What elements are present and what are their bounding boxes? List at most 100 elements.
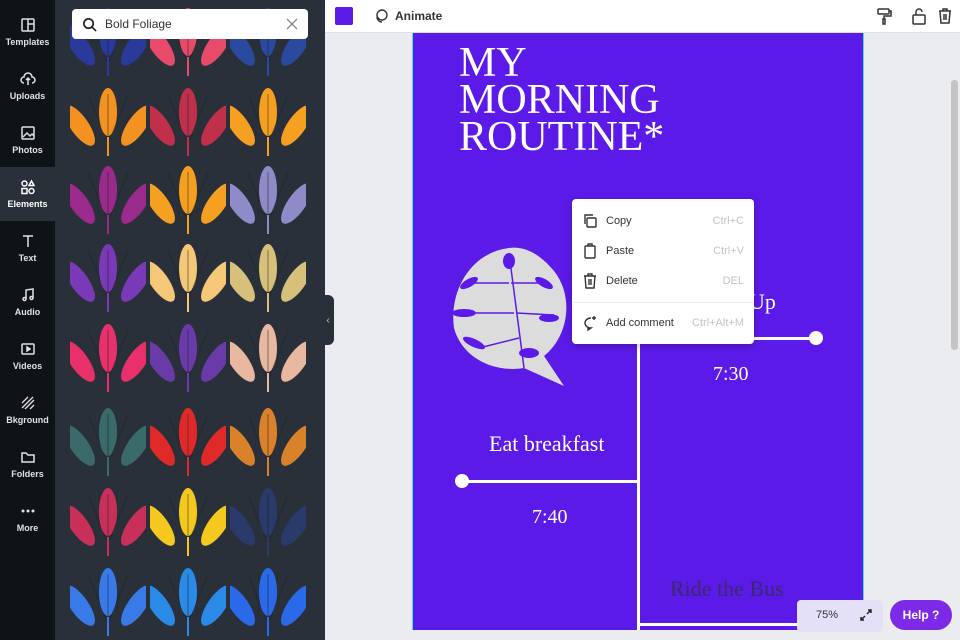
fullscreen-icon[interactable] <box>859 608 873 622</box>
foliage-thumbnail[interactable] <box>63 402 153 478</box>
sidebar-item-folders[interactable]: Folders <box>0 437 55 491</box>
timeline-dot-1 <box>809 331 823 345</box>
menu-item-delete[interactable]: Delete DEL <box>572 268 754 294</box>
paint-roller-icon[interactable] <box>875 7 893 25</box>
clear-search-icon[interactable] <box>286 18 298 30</box>
zoom-level[interactable]: 75% <box>816 609 838 621</box>
foliage-thumbnail[interactable] <box>223 238 313 314</box>
time-label-2[interactable]: 7:40 <box>532 506 568 529</box>
help-label: Help ? <box>902 608 940 622</box>
animate-button[interactable]: Animate <box>373 8 442 24</box>
timeline-vertical <box>637 343 640 630</box>
foliage-thumbnail[interactable] <box>143 318 233 394</box>
page-title[interactable]: MY MORNING ROUTINE* <box>459 42 665 160</box>
sidebar-item-background[interactable]: Bkground <box>0 383 55 437</box>
text-icon <box>22 235 33 247</box>
search-box[interactable] <box>72 9 308 39</box>
foliage-thumbnail[interactable] <box>63 82 153 158</box>
leaf-illustration <box>63 166 153 234</box>
menu-divider <box>572 302 754 303</box>
photo-icon <box>20 126 35 140</box>
menu-shortcut: Ctrl+C <box>712 215 744 227</box>
more-icon <box>21 509 34 513</box>
leaf-illustration <box>63 324 153 392</box>
sidebar-item-label: Text <box>18 253 37 263</box>
leaf-illustration <box>143 324 233 392</box>
leaf-illustration <box>63 244 153 312</box>
foliage-thumbnail[interactable] <box>143 82 233 158</box>
sidebar-item-label: Templates <box>5 37 50 47</box>
color-swatch-button[interactable] <box>335 7 353 25</box>
search-icon <box>83 17 97 32</box>
foliage-thumbnail[interactable] <box>63 482 153 558</box>
animate-icon <box>376 9 388 23</box>
add-comment-icon <box>584 316 596 331</box>
leaf-illustration <box>223 408 313 476</box>
leaf-illustration <box>143 488 233 556</box>
foliage-thumbnail[interactable] <box>223 318 313 394</box>
foliage-thumbnail[interactable] <box>223 160 313 236</box>
leaf-illustration <box>223 244 313 312</box>
time-label-1[interactable]: 7:30 <box>713 363 749 386</box>
clipboard-icon <box>584 243 596 259</box>
leaf-illustration <box>143 408 233 476</box>
leaf-illustration <box>223 88 313 156</box>
elements-panel <box>55 0 325 640</box>
foliage-thumbnail[interactable] <box>143 402 233 478</box>
foliage-thumbnail[interactable] <box>63 318 153 394</box>
vertical-scrollbar[interactable] <box>951 80 958 350</box>
copy-icon <box>584 214 597 228</box>
leaf-illustration <box>63 88 153 156</box>
editor-toolbar: Animate <box>325 0 960 33</box>
foliage-thumbnail[interactable] <box>223 402 313 478</box>
menu-item-copy[interactable]: Copy Ctrl+C <box>572 208 754 234</box>
unlock-icon[interactable] <box>910 7 928 25</box>
sidebar-item-photos[interactable]: Photos <box>0 113 55 167</box>
foliage-thumbnail[interactable] <box>223 562 313 638</box>
leaf-illustration <box>143 568 233 636</box>
context-menu: Copy Ctrl+C Paste Ctrl+V Delete DEL Add com… <box>572 199 754 344</box>
folder-icon <box>20 452 35 463</box>
leaf-illustration <box>223 166 313 234</box>
search-input[interactable] <box>105 17 286 31</box>
sidebar-item-label: Photos <box>12 145 43 155</box>
sidebar-item-videos[interactable]: Videos <box>0 329 55 383</box>
leaf-illustration <box>223 568 313 636</box>
foliage-thumbnail[interactable] <box>63 562 153 638</box>
title-line: ROUTINE* <box>459 114 665 160</box>
foliage-thumbnail[interactable] <box>143 160 233 236</box>
timeline-dot-2 <box>455 474 469 488</box>
trash-icon[interactable] <box>936 7 954 25</box>
eat-breakfast-text[interactable]: Eat breakfast <box>489 431 604 457</box>
sidebar-item-audio[interactable]: Audio <box>0 275 55 329</box>
sidebar-item-label: More <box>16 523 39 533</box>
sidebar-item-uploads[interactable]: Uploads <box>0 59 55 113</box>
collapse-panel-handle[interactable]: ‹ <box>322 295 334 345</box>
leaf-illustration <box>63 568 153 636</box>
foliage-thumbnail[interactable] <box>223 82 313 158</box>
sidebar-item-label: Bkground <box>6 415 49 425</box>
menu-shortcut: DEL <box>722 275 744 287</box>
menu-item-paste[interactable]: Paste Ctrl+V <box>572 238 754 264</box>
timeline-branch-2 <box>461 480 637 483</box>
foliage-thumbnail[interactable] <box>143 482 233 558</box>
foliage-thumbnail[interactable] <box>63 160 153 236</box>
ride-bus-text[interactable]: Ride the Bus <box>670 576 784 602</box>
help-button[interactable]: Help ? <box>890 600 952 630</box>
menu-item-add-comment[interactable]: Add comment Ctrl+Alt+M <box>572 310 754 336</box>
trash-icon <box>584 273 596 289</box>
sidebar-item-elements[interactable]: Elements <box>0 167 55 221</box>
leaf-illustration <box>143 244 233 312</box>
foliage-thumbnail[interactable] <box>143 562 233 638</box>
zoom-control[interactable]: 75% <box>797 600 883 632</box>
foliage-thumbnail[interactable] <box>223 482 313 558</box>
foliage-thumbnail[interactable] <box>63 238 153 314</box>
sidebar-item-templates[interactable]: Templates <box>0 5 55 59</box>
upload-icon <box>19 72 36 85</box>
music-icon <box>21 288 34 302</box>
sidebar-item-text[interactable]: Text <box>0 221 55 275</box>
sidebar-item-label: Uploads <box>9 91 46 101</box>
foliage-thumbnail[interactable] <box>143 238 233 314</box>
sidebar-item-more[interactable]: More <box>0 491 55 545</box>
leaf-illustration <box>63 488 153 556</box>
